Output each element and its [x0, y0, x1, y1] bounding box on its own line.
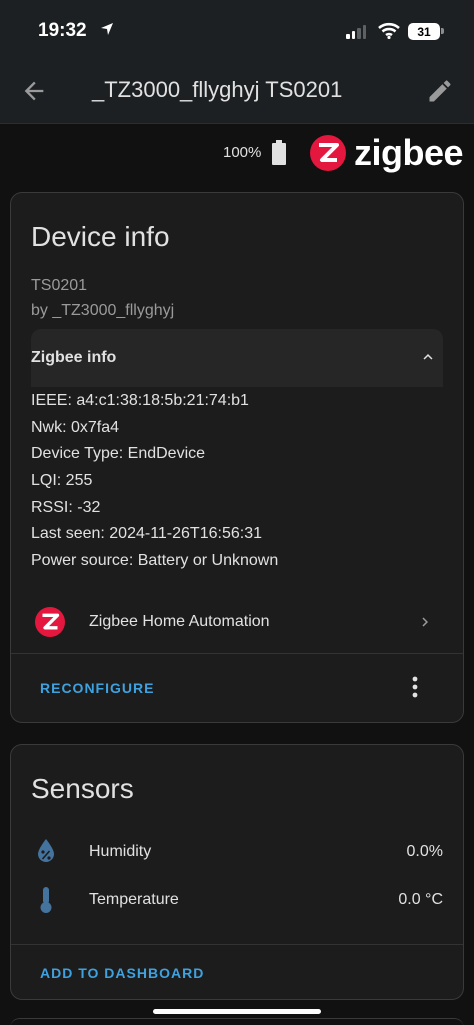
rssi-value: RSSI: -32 — [31, 499, 101, 516]
device-info-title: Device info — [31, 221, 170, 252]
nwk-address: Nwk: 0x7fa4 — [31, 419, 120, 436]
zigbee-integration-icon — [35, 607, 65, 637]
integration-label: Zigbee Home Automation — [89, 613, 270, 630]
last-seen: Last seen: 2024-11-26T16:56:31 — [31, 525, 262, 542]
battery-nub — [441, 28, 444, 34]
page-title: _TZ3000_fllyghyj TS0201 — [92, 77, 343, 102]
device-model: TS0201 — [31, 277, 88, 294]
reconfigure-button[interactable]: RECONFIGURE — [40, 680, 154, 696]
card-divider — [11, 653, 463, 654]
sensors-title: Sensors — [31, 773, 134, 804]
battery-icon — [272, 140, 286, 165]
lqi-value: LQI: 255 — [31, 472, 93, 489]
device-manufacturer: by _TZ3000_fllyghyj — [31, 302, 175, 319]
sensor-label: Temperature — [89, 891, 179, 908]
device-info-card: Device info TS0201 by _TZ3000_fllyghyj Z… — [10, 192, 464, 723]
sensor-row-temperature[interactable]: Temperature 0.0 °C — [11, 876, 463, 924]
thermometer-icon — [40, 887, 52, 913]
zigbee-info-label: Zigbee info — [31, 349, 117, 366]
sensor-row-humidity[interactable]: Humidity 0.0% — [11, 828, 463, 876]
chevron-up-icon[interactable] — [419, 348, 437, 366]
next-card-edge — [10, 1018, 464, 1025]
sensor-value: 0.0% — [406, 843, 443, 860]
add-to-dashboard-button[interactable]: ADD TO DASHBOARD — [40, 965, 204, 981]
home-indicator[interactable] — [153, 1009, 321, 1014]
sensor-label: Humidity — [89, 843, 152, 860]
status-battery-icon: 31 — [408, 23, 440, 40]
card-divider — [11, 944, 463, 945]
water-percent-icon — [38, 839, 54, 862]
power-source: Power source: Battery or Unknown — [31, 552, 279, 569]
wifi-icon — [378, 22, 400, 39]
location-arrow-icon — [101, 23, 113, 35]
status-bar: 19:32 31 — [0, 0, 474, 58]
status-time: 19:32 — [38, 20, 87, 41]
pencil-icon[interactable] — [426, 77, 454, 105]
app-bar: _TZ3000_fllyghyj TS0201 — [0, 58, 474, 124]
sensors-card: Sensors Humidity 0.0% Temperature 0.0 °C… — [10, 744, 464, 1000]
chevron-right-icon — [422, 617, 428, 627]
zigbee-wordmark: zigbee — [354, 132, 464, 173]
cellular-signal-icon — [346, 25, 366, 39]
more-vertical-icon[interactable] — [405, 673, 425, 701]
sensor-value: 0.0 °C — [398, 891, 443, 908]
device-type: Device Type: EndDevice — [31, 445, 206, 462]
zigbee-logo-icon — [310, 135, 346, 171]
zigbee-info-expander[interactable]: Zigbee info — [31, 329, 443, 387]
zigbee-logo: zigbee — [310, 132, 464, 174]
integration-link-zha[interactable]: Zigbee Home Automation — [11, 593, 463, 651]
back-arrow-icon[interactable] — [20, 77, 48, 105]
ieee-address: IEEE: a4:c1:38:18:5b:21:74:b1 — [31, 392, 249, 409]
battery-percent: 100% — [223, 144, 262, 161]
status-battery-level: 31 — [417, 24, 431, 39]
